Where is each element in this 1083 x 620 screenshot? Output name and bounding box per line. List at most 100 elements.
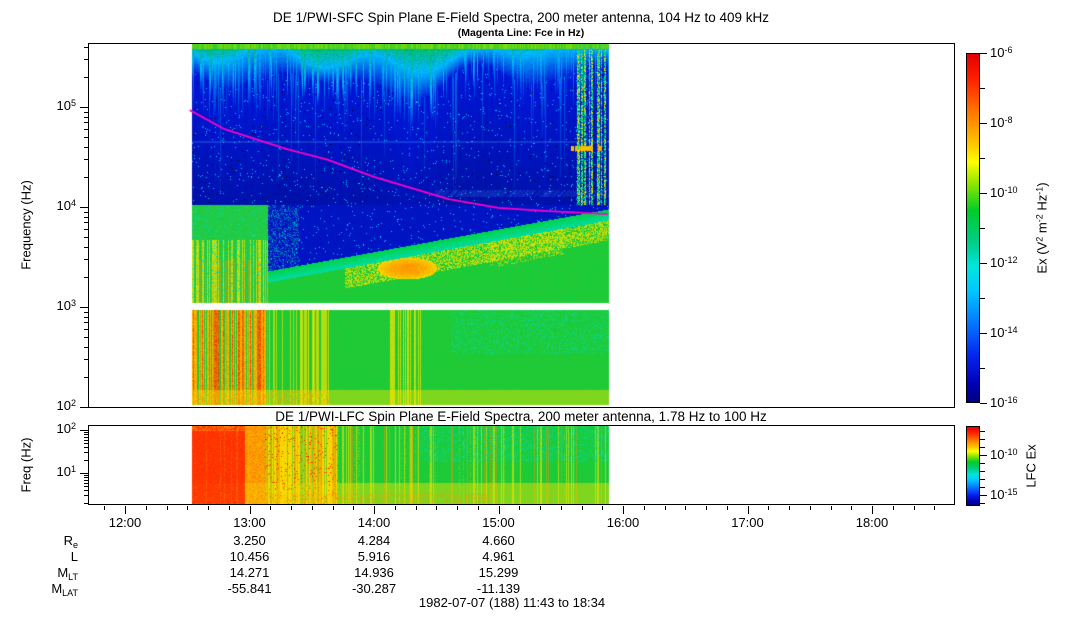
- sfc-y-minor-tick: [84, 329, 88, 331]
- sfc-y-minor-tick: [84, 159, 88, 161]
- sfc-y-major-tick: [80, 207, 88, 208]
- lfc-y-minor-tick: [84, 434, 88, 436]
- x-axis-tick: [540, 506, 541, 510]
- x-axis-tick: [560, 506, 562, 510]
- lfc-colorbar-label: LFC Ex: [1023, 444, 1039, 488]
- x-axis-tick: [249, 506, 251, 514]
- x-axis-tick: [104, 506, 106, 510]
- table-value: -30.287: [351, 581, 397, 596]
- x-axis-tick: [145, 506, 147, 510]
- lfc-y-minor-tick: [84, 436, 88, 438]
- sfc-y-major-tick: [80, 407, 88, 408]
- sfc-colorbar-tick: [980, 333, 987, 334]
- table-value: 4.284: [357, 533, 391, 548]
- lfc-y-minor-tick: [84, 474, 88, 476]
- sfc-y-minor-tick: [84, 129, 88, 131]
- x-axis-tick: [125, 506, 126, 514]
- sfc-colorbar-tick: [980, 298, 985, 299]
- lfc-y-minor-tick: [84, 439, 88, 441]
- caption: 1982-07-07 (188) 11:43 to 18:34: [418, 595, 606, 610]
- sfc-colorbar-tick: [980, 53, 987, 54]
- x-axis-tick: [353, 506, 355, 510]
- x-axis-tick-label: 16:00: [606, 515, 640, 530]
- x-axis-tick: [415, 506, 417, 510]
- sfc-y-minor-tick: [84, 122, 88, 124]
- x-axis-tick-label: 15:00: [482, 515, 515, 530]
- lfc-y-minor-tick: [84, 477, 88, 479]
- table-row-label: MLAT: [51, 581, 78, 598]
- x-axis-tick: [166, 506, 168, 510]
- sfc-colorbar-tick: [980, 263, 987, 264]
- x-axis-tick: [747, 506, 749, 514]
- table-row-label: Re: [63, 533, 78, 550]
- sfc-colorbar-tick-label: 10-16: [990, 395, 1018, 410]
- x-axis-tick: [789, 506, 790, 510]
- lfc-colorbar: [966, 426, 980, 506]
- x-axis-tick: [851, 506, 853, 510]
- sfc-y-minor-tick: [84, 216, 88, 218]
- x-axis-tick: [228, 506, 230, 510]
- table-value: 4.660: [482, 533, 515, 548]
- x-axis-tick: [311, 506, 313, 510]
- sfc-y-minor-tick: [84, 116, 88, 118]
- table-value: 15.299: [478, 565, 519, 580]
- sfc-colorbar-tick: [980, 228, 985, 229]
- x-axis-tick: [809, 506, 811, 510]
- sfc-title: DE 1/PWI-SFC Spin Plane E-Field Spectra,…: [273, 10, 769, 25]
- sfc-y-minor-tick: [84, 76, 88, 78]
- sfc-colorbar-tick-label: 10-12: [990, 255, 1018, 270]
- sfc-y-minor-tick: [84, 346, 88, 348]
- x-axis-tick: [332, 506, 334, 510]
- lfc-y-tick-label: 102: [56, 421, 76, 436]
- table-row-label: MLT: [57, 565, 78, 582]
- x-axis-tick-label: 18:00: [855, 515, 889, 530]
- sfc-colorbar: [966, 53, 980, 403]
- sfc-spectrogram-panel: [88, 43, 955, 408]
- table-value: -11.139: [476, 581, 521, 596]
- x-axis-tick: [768, 506, 770, 510]
- lfc-colorbar-tick: [980, 431, 985, 432]
- sfc-y-tick-label: 103: [56, 298, 76, 313]
- sfc-colorbar-tick-label: 10-8: [990, 115, 1013, 130]
- sfc-y-minor-tick: [84, 311, 88, 313]
- x-axis-tick: [291, 506, 292, 510]
- x-axis-tick: [581, 506, 583, 510]
- lfc-colorbar-tick: [980, 503, 985, 504]
- lfc-colorbar-tick: [980, 487, 985, 488]
- sfc-y-minor-tick: [84, 276, 88, 278]
- sfc-y-minor-tick: [84, 176, 88, 178]
- sfc-colorbar-tick-label: 10-10: [990, 185, 1018, 200]
- x-axis-tick: [664, 506, 666, 510]
- x-axis-tick: [394, 506, 396, 510]
- lfc-colorbar-tick: [980, 447, 985, 448]
- sfc-y-minor-tick: [84, 146, 88, 148]
- lfc-y-major-tick: [80, 473, 88, 474]
- lfc-y-tick-label: 101: [56, 464, 76, 479]
- table-value: 14.936: [354, 565, 394, 580]
- sfc-heatmap-canvas: [89, 44, 954, 407]
- lfc-y-minor-tick: [84, 482, 88, 484]
- x-axis-tick: [726, 506, 728, 510]
- lfc-colorbar-tick: [980, 439, 985, 440]
- sfc-y-major-tick: [80, 107, 88, 108]
- x-axis-tick: [830, 506, 832, 510]
- sfc-colorbar-tick-label: 10-14: [990, 325, 1018, 340]
- sfc-y-minor-tick: [84, 111, 88, 113]
- sfc-y-minor-tick: [84, 337, 88, 339]
- x-axis-tick: [457, 506, 458, 510]
- sfc-y-axis-label: Frequency (Hz): [18, 180, 34, 270]
- x-axis-tick: [934, 506, 936, 510]
- x-axis-tick-label: 14:00: [357, 515, 391, 530]
- sfc-colorbar-tick: [980, 158, 985, 159]
- sfc-colorbar-tick: [980, 403, 987, 404]
- x-axis-tick: [706, 506, 707, 510]
- sfc-y-minor-tick: [84, 222, 88, 224]
- sfc-y-minor-tick: [84, 322, 88, 324]
- lfc-heatmap-canvas: [89, 426, 954, 504]
- x-axis-tick: [270, 506, 272, 510]
- sfc-y-minor-tick: [84, 259, 88, 261]
- sfc-y-minor-tick: [84, 246, 88, 248]
- lfc-y-minor-tick: [84, 495, 88, 497]
- lfc-y-minor-tick: [84, 479, 88, 481]
- sfc-colorbar-tick-label: 10-6: [990, 45, 1013, 60]
